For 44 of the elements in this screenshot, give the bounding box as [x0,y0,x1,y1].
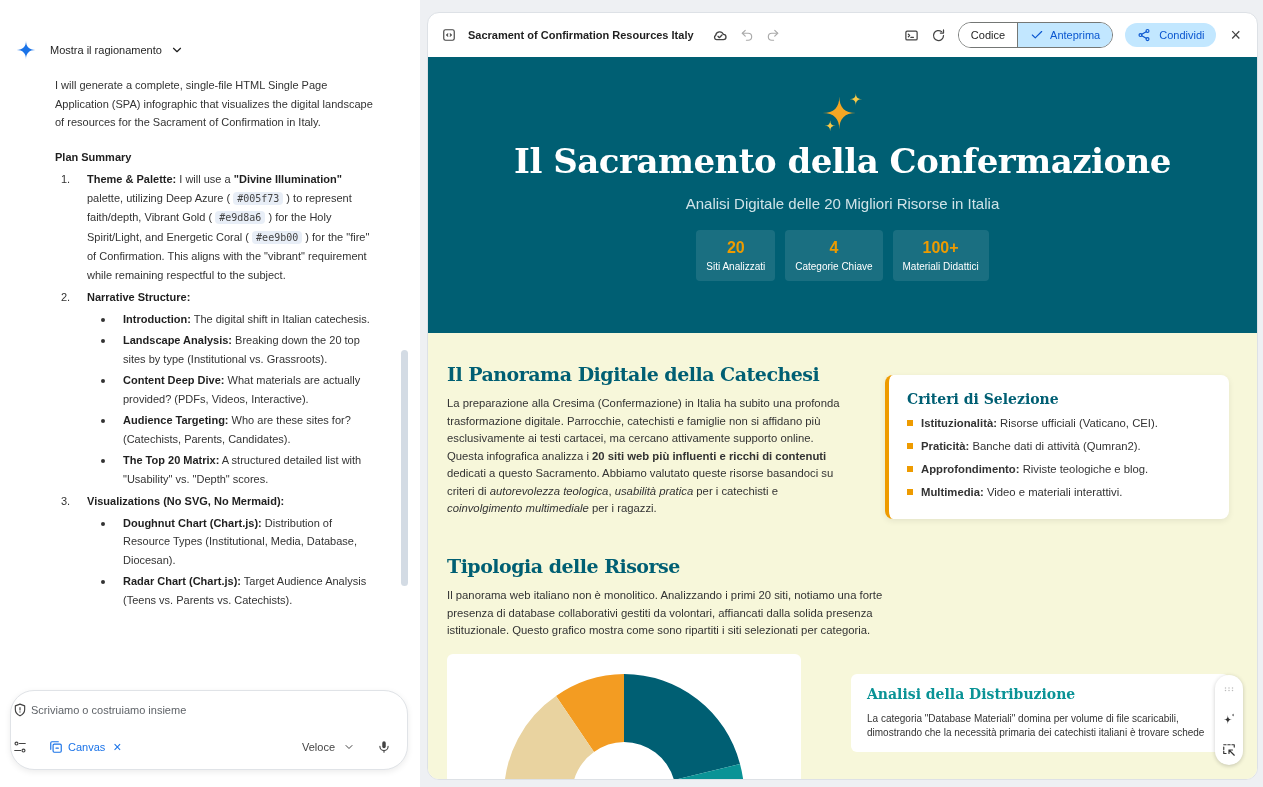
reasoning-toggle[interactable]: Mostra il ragionamento [50,43,184,57]
bullet-text: Radar Chart (Chart.js): Target Audience Analysis (Teens vs. Parents vs. Catechists). [123,574,368,608]
section-heading: Plan Summary [55,149,133,165]
bullet-text: Introduction: The digital shift in Italian catechesis. [123,311,371,327]
close-button[interactable]: × [1228,24,1243,46]
list-item-heading: Narrative Structure: [87,290,192,305]
criteria-item: Istituzionalità: Risorse ufficiali (Vaticano, CEI). [921,417,1158,429]
share-button[interactable]: Condividi [1125,23,1217,47]
body-paragraph: La categoria "Database Materiali" domina per volume di file scaricabili, dimostrando che la necessità primaria dei catechisti italiani è trovare schede [867,711,1206,740]
stat-value: 20 [725,239,746,257]
page-title: Il Sacramento della Confermazione [514,141,1171,181]
criteria-item: Praticità: Banche dati di attività (Qumran2). [921,440,1141,452]
canvas-title: Sacrament of Confirmation Resources Italy [468,29,694,41]
card-heading: Analisi della Distribuzione [867,685,1077,702]
view-tab[interactable]: Anteprima [1017,23,1113,47]
body-paragraph: Il panorama web italiano non è monolitico. Analizzando i primi 20 siti, notiamo una forte presenza di database collaborativi gestiti da volontari, affiancati dalla solida presenza istituzionale. Questo grafico mostra come sono ripartiti i siti selezionati per categoria. [447,588,884,638]
body-paragraph: La preparazione alla Cresima (Confermazione) in Italia ha subito una profonda trasformazione digitale. Parrocchie, catechisti e famiglie non si affidano più esclusivamente ai testi cartacei, ma cercano attivamente supporto online. [447,396,841,446]
card-heading: Criteri di Selezione [907,391,1060,407]
canvas-tool-button[interactable]: Canvas [35,740,106,754]
stat-value: 100+ [921,239,960,257]
body-paragraph: Questa infografica analizza i 20 siti web più influenti e ricchi di contenuti dedicati a questo Sacramento. Abbiamo valutato queste risorse basandoci su criteri di autorevolezza teologica, usabilità pratica per i catechisti e coinvolgimento multimediale per i ragazzi. [447,448,835,516]
criteria-item: Approfondimento: Riviste teologiche e blog. [921,463,1149,475]
message-input[interactable]: Scriviamo o costruiamo insieme [29,703,391,717]
criteria-item: Multimedia: Video e materiali interattivi. [921,486,1123,498]
stat-label: Categorie Chiave [795,261,873,272]
list-number: 3. [61,494,72,509]
bullet-text: The Top 20 Matrix: A structured detailed list with "Usability" vs. "Depth" scores. [123,453,363,487]
mode-dropdown[interactable]: Veloce [301,741,355,753]
remove-tool-button[interactable]: × [113,739,122,755]
list-number: 1. [61,172,72,187]
bullet-text: Doughnut Chart (Chart.js): Distribution of Resource Types (Institutional, Media, Database, Diocesan). [123,515,358,568]
section-heading: Il Panorama Digitale della Catechesi [447,363,821,385]
list-item-heading: Visualizations (No SVG, No Mermaid): [87,494,286,509]
list-number: 2. [61,290,72,305]
bullet-text: Landscape Analysis: Breaking down the 20 top sites by type (Institutional vs. Grassroots). [123,333,361,367]
stat-label: Siti Analizzati [706,261,766,272]
list-item-text: Theme & Palette: I will use a "Divine Illumination" palette, utilizing Deep Azure ( #005f73 ) to represent faith/depth, Vibrant Gold ( #e9d8a6 ) for the Holy Spirit/Light, and Energetic Coral ( #ee9b00 ) for the "fire" of Confirmation. This aligns with the "vibrant" requirement while remaining respectful to the subject. [87,172,371,283]
bullet-text: Audience Targeting: Who are these sites for? (Catechists, Parents, Candidates). [123,413,352,447]
stat-label: Materiali Didattici [902,261,979,272]
bullet-text: Content Deep Dive: What materials are actually provided? (PDFs, Videos, Interactive). [123,373,362,407]
message-paragraph: I will generate a complete, single-file HTML Single Page Application (SPA) infographic that visualizes the digital landscape of resources for the Sacrament of Confirmation in Italy. [55,78,374,130]
section-heading: Tipologia delle Risorse [447,555,681,577]
stat-value: 4 [828,239,840,257]
page-subtitle: Analisi Digitale delle 20 Migliori Risorse in Italia [685,195,1000,212]
